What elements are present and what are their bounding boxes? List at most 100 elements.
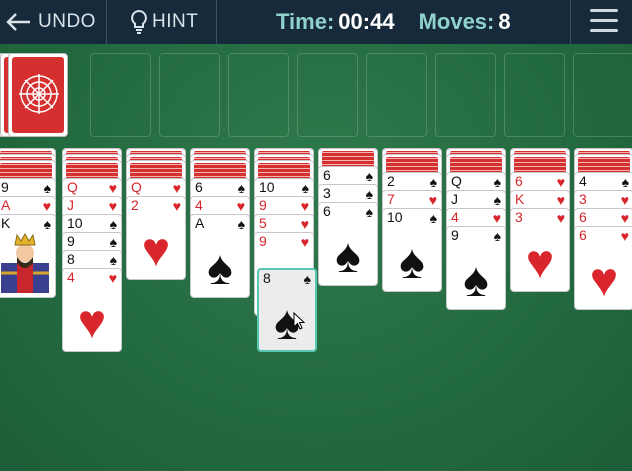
heart-icon: ♥ bbox=[141, 224, 171, 277]
toolbar-divider bbox=[570, 0, 571, 44]
card-suit: ♥ bbox=[620, 228, 629, 244]
card-suit: ♥ bbox=[236, 198, 245, 214]
card-suit: ♥ bbox=[556, 174, 565, 190]
card-suit: ♥ bbox=[428, 192, 437, 208]
card-suit: ♠ bbox=[493, 192, 501, 208]
foundation-slot[interactable] bbox=[159, 53, 220, 137]
card-rank: 10 bbox=[259, 179, 275, 195]
card-suit: ♠ bbox=[365, 204, 373, 220]
card-suit: ♠ bbox=[109, 252, 117, 268]
card-rank: A bbox=[1, 197, 11, 213]
time-value: 00:44 bbox=[338, 9, 395, 34]
card-rank: 10 bbox=[67, 215, 83, 231]
moves-label: Moves: bbox=[418, 9, 495, 34]
card-rank: 8 bbox=[263, 270, 271, 286]
foundation-slot[interactable] bbox=[366, 53, 427, 137]
card-suit: ♥ bbox=[108, 180, 117, 196]
playing-card[interactable]: 9 ♠ ♠ bbox=[446, 226, 506, 310]
toolbar-divider bbox=[106, 0, 107, 44]
card-rank: 10 bbox=[387, 209, 403, 225]
spade-icon: ♠ bbox=[274, 297, 300, 350]
moves-value: 8 bbox=[498, 9, 511, 34]
card-rank: 4 bbox=[195, 197, 203, 213]
foundation-slot[interactable] bbox=[90, 53, 151, 137]
playing-card[interactable]: 6 ♠ ♠ bbox=[318, 202, 378, 286]
card-suit: ♠ bbox=[365, 186, 373, 202]
card-suit: ♥ bbox=[172, 180, 181, 196]
card-suit: ♥ bbox=[300, 234, 309, 250]
top-toolbar: UNDO HINT Time: 00:44 Moves: 8 bbox=[0, 0, 632, 44]
hamburger-menu-icon[interactable] bbox=[590, 9, 618, 35]
spade-icon: ♠ bbox=[207, 242, 233, 295]
playing-card[interactable]: 2 ♥ ♥ bbox=[126, 196, 186, 280]
foundation-slot[interactable] bbox=[228, 53, 289, 137]
lightbulb-icon bbox=[130, 9, 148, 35]
card-suit: ♠ bbox=[621, 174, 629, 190]
card-rank: 3 bbox=[579, 191, 587, 207]
card-suit: ♠ bbox=[493, 174, 501, 190]
card-suit: ♠ bbox=[109, 234, 117, 250]
card-suit: ♥ bbox=[300, 198, 309, 214]
card-suit: ♥ bbox=[108, 270, 117, 286]
card-rank: 6 bbox=[579, 209, 587, 225]
undo-arrow-icon bbox=[6, 12, 32, 32]
card-suit: ♠ bbox=[43, 216, 51, 232]
playing-card[interactable]: K ♠ bbox=[0, 214, 56, 298]
card-rank: 4 bbox=[67, 269, 75, 285]
foundation-slot[interactable] bbox=[504, 53, 565, 137]
card-rank: 2 bbox=[387, 173, 395, 189]
card-rank: 6 bbox=[323, 203, 331, 219]
card-rank: Q bbox=[131, 179, 142, 195]
playing-card[interactable]: 6 ♥ ♥ bbox=[574, 226, 632, 310]
card-suit: ♥ bbox=[42, 198, 51, 214]
card-rank: K bbox=[1, 215, 11, 231]
mouse-cursor-icon bbox=[293, 312, 305, 330]
card-suit: ♥ bbox=[620, 210, 629, 226]
card-rank: 9 bbox=[259, 233, 267, 249]
card-rank: 9 bbox=[259, 197, 267, 213]
card-rank: Q bbox=[67, 179, 78, 195]
foundation-slot[interactable] bbox=[435, 53, 496, 137]
foundation-slot[interactable] bbox=[573, 53, 632, 137]
card-suit: ♠ bbox=[301, 180, 309, 196]
undo-button[interactable]: UNDO bbox=[6, 0, 96, 44]
card-suit: ♥ bbox=[172, 198, 181, 214]
spade-icon: ♠ bbox=[335, 230, 361, 283]
time-label: Time: bbox=[276, 9, 335, 34]
spade-icon: ♠ bbox=[463, 254, 489, 307]
stock-card-top[interactable] bbox=[8, 53, 68, 137]
card-rank: A bbox=[195, 215, 205, 231]
card-rank: J bbox=[67, 197, 74, 213]
card-suit: ♥ bbox=[108, 198, 117, 214]
card-suit: ♠ bbox=[365, 168, 373, 184]
playing-card[interactable]: 4 ♥ ♥ bbox=[62, 268, 122, 352]
king-figure-icon bbox=[0, 232, 51, 293]
card-rank: 6 bbox=[579, 227, 587, 243]
toolbar-divider bbox=[216, 0, 217, 44]
card-rank: 6 bbox=[515, 173, 523, 189]
card-suit: ♠ bbox=[429, 210, 437, 226]
dragged-card[interactable]: 8 ♠ ♠ bbox=[257, 268, 317, 352]
card-suit: ♥ bbox=[492, 210, 501, 226]
card-suit: ♥ bbox=[300, 216, 309, 232]
playing-card[interactable]: 3 ♥ ♥ bbox=[510, 208, 570, 292]
card-rank: 2 bbox=[131, 197, 139, 213]
card-rank: 3 bbox=[515, 209, 523, 225]
card-suit: ♠ bbox=[303, 271, 311, 287]
card-rank: Q bbox=[451, 173, 462, 189]
hint-button[interactable]: HINT bbox=[130, 0, 198, 44]
card-rank: K bbox=[515, 191, 525, 207]
heart-icon: ♥ bbox=[77, 296, 107, 349]
card-rank: 6 bbox=[323, 167, 331, 183]
card-suit: ♥ bbox=[620, 192, 629, 208]
card-suit: ♠ bbox=[429, 174, 437, 190]
card-rank: 8 bbox=[67, 251, 75, 267]
foundation-slot[interactable] bbox=[297, 53, 358, 137]
spider-web-icon bbox=[19, 74, 59, 114]
undo-label: UNDO bbox=[38, 11, 96, 32]
card-rank: 9 bbox=[67, 233, 75, 249]
playing-card[interactable]: 10 ♠ ♠ bbox=[382, 208, 442, 292]
hint-label: HINT bbox=[152, 11, 199, 32]
card-rank: 4 bbox=[579, 173, 587, 189]
playing-card[interactable]: A ♠ ♠ bbox=[190, 214, 250, 298]
